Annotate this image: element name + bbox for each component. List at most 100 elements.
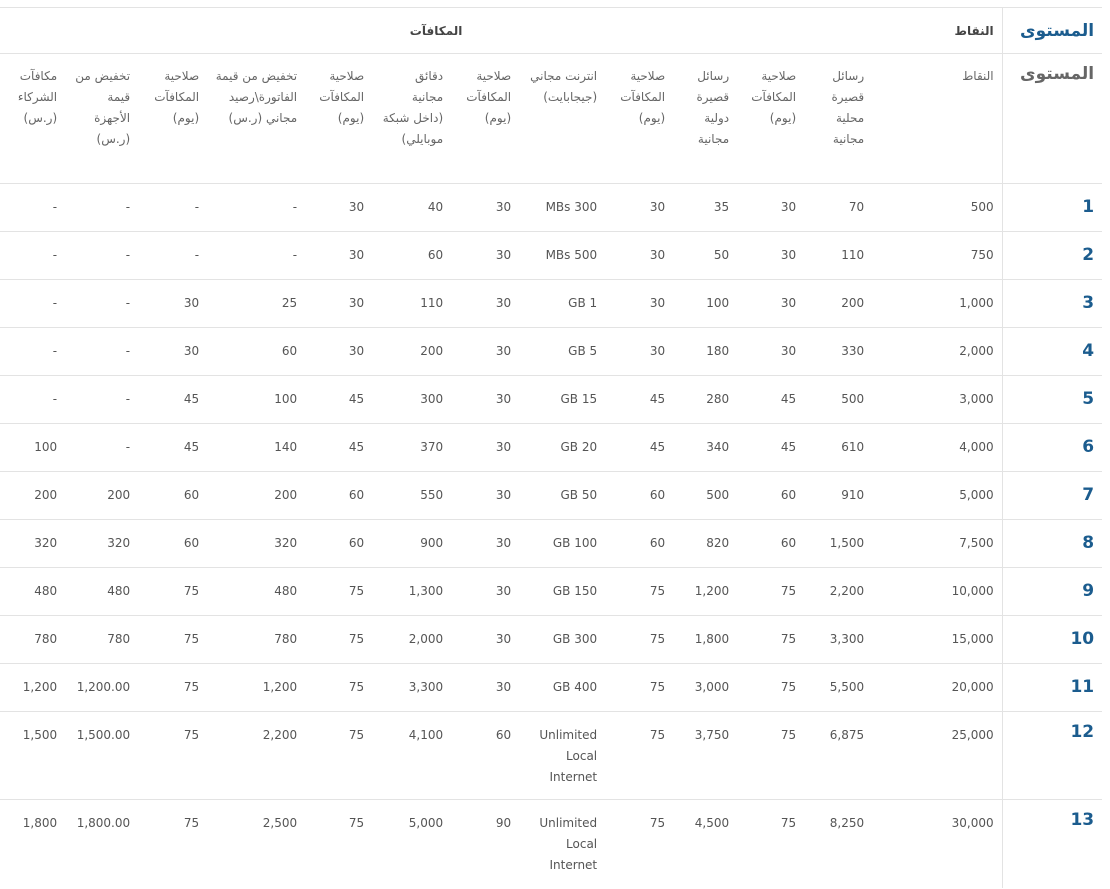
table-cell: 30 xyxy=(451,279,520,328)
table-cell: 1,300 xyxy=(372,567,452,616)
table-cell: 320 xyxy=(0,519,66,568)
header-row-top: المستوى النقاط المكافآت xyxy=(0,7,1103,54)
table-cell: 550 xyxy=(372,471,452,520)
table-row: 5 3,000 500 45 280 45 15 GB 30 300 45 100 45- - xyxy=(0,375,1103,424)
table-cell: 75 xyxy=(737,663,805,712)
table-cell: 900 xyxy=(372,519,452,568)
table-cell: 400 GB xyxy=(519,663,606,712)
table-cell: 30 xyxy=(451,183,520,232)
table-cell: 340 xyxy=(673,423,738,472)
level-cell: 6 xyxy=(1001,423,1103,472)
table-cell: 75 xyxy=(737,711,805,800)
column-header: رسائل قصيرة دولية مجانية xyxy=(673,53,738,184)
table-cell: 30 xyxy=(305,327,373,376)
table-cell: 75 xyxy=(305,615,373,664)
table-cell: 60 xyxy=(737,471,805,520)
table-cell: 60 xyxy=(372,231,452,280)
table-cell: 60 xyxy=(305,519,373,568)
table-cell: 45 xyxy=(737,423,805,472)
table-cell: 5,000 xyxy=(872,471,1003,520)
table-cell: 75 xyxy=(605,567,674,616)
table-cell: 60 xyxy=(207,327,306,376)
table-cell: 750 xyxy=(872,231,1003,280)
table-cell: 25,000 xyxy=(872,711,1003,800)
level-cell: 13 xyxy=(1001,799,1103,888)
table-cell: 45 xyxy=(605,375,674,424)
table-cell: 30 xyxy=(451,231,520,280)
points-header: النقاط xyxy=(872,7,1003,54)
level-header: المستوى xyxy=(1001,7,1103,54)
table-cell: 200 xyxy=(65,471,139,520)
rewards-table-container: المستوى النقاط المكافآت المستوى النقاط رسا… xyxy=(0,7,1110,888)
table-cell: 3,300 xyxy=(804,615,873,664)
table-cell: 3,300 xyxy=(372,663,452,712)
table-cell: 4,100 xyxy=(372,711,452,800)
table-cell: 1,500 xyxy=(804,519,873,568)
table-cell: 1,200 xyxy=(673,567,738,616)
table-cell: 610 xyxy=(804,423,873,472)
table-cell: 3,000 xyxy=(673,663,738,712)
table-cell: 75 xyxy=(737,615,805,664)
table-cell: 1,200.00 xyxy=(65,663,139,712)
table-cell: 30 xyxy=(138,279,208,328)
level-cell: 2 xyxy=(1001,231,1103,280)
column-header: مكافآت الشركاء (ر.س) xyxy=(0,53,66,184)
table-cell: - xyxy=(65,279,139,328)
table-cell: 480 xyxy=(65,567,139,616)
table-cell: 75 xyxy=(737,799,805,888)
table-cell: 25 xyxy=(207,279,306,328)
table-cell: 370 xyxy=(372,423,452,472)
table-cell: 200 xyxy=(804,279,873,328)
level-cell: 9 xyxy=(1001,567,1103,616)
table-cell: - xyxy=(207,231,306,280)
table-cell: 300 GB xyxy=(519,615,606,664)
table-cell: 90 xyxy=(451,799,520,888)
level-cell: 4 xyxy=(1001,327,1103,376)
table-cell: - xyxy=(65,375,139,424)
table-row: 8 7,500 1,500 60 820 60 100 GB 30 900 60 320 60 320 3… xyxy=(0,519,1103,568)
column-header: تخفيض من قيمة الأجهزة (ر.س) xyxy=(65,53,139,184)
table-cell: 15 GB xyxy=(519,375,606,424)
table-cell: 500 xyxy=(872,183,1003,232)
table-cell: 75 xyxy=(138,567,208,616)
header-row-columns: المستوى النقاط رسائل قصيرة محلية مجانية صلا… xyxy=(0,53,1103,184)
table-cell: 6,875 xyxy=(804,711,873,800)
column-header: صلاحية المكافآت (يوم) xyxy=(451,53,520,184)
level-cell: 10 xyxy=(1001,615,1103,664)
table-cell: 30 xyxy=(737,231,805,280)
table-cell: 1,500.00 xyxy=(65,711,139,800)
table-cell: 70 xyxy=(804,183,873,232)
table-cell: 7,500 xyxy=(872,519,1003,568)
table-cell: 30 xyxy=(451,519,520,568)
table-cell: 40 xyxy=(372,183,452,232)
table-cell: - xyxy=(0,327,66,376)
table-cell: 20 GB xyxy=(519,423,606,472)
table-cell: 5,500 xyxy=(804,663,873,712)
table-cell: 910 xyxy=(804,471,873,520)
table-cell: 75 xyxy=(605,663,674,712)
table-cell: 75 xyxy=(138,799,208,888)
table-cell: Unlimited Local Internet xyxy=(519,799,606,888)
table-cell: 30 xyxy=(737,183,805,232)
table-cell: 30 xyxy=(605,231,674,280)
table-row: 11 20,000 5,500 75 3,000 75 400 GB 30 3,300 75 1,2… xyxy=(0,663,1103,712)
column-header: رسائل قصيرة محلية مجانية xyxy=(804,53,873,184)
table-cell: 75 xyxy=(305,567,373,616)
level-cell: 7 xyxy=(1001,471,1103,520)
table-cell: 30 xyxy=(451,615,520,664)
table-cell: 110 xyxy=(372,279,452,328)
table-cell: 110 xyxy=(804,231,873,280)
table-cell: - xyxy=(65,423,139,472)
table-cell: 8,250 xyxy=(804,799,873,888)
table-cell: - xyxy=(138,231,208,280)
table-cell: 50 GB xyxy=(519,471,606,520)
table-cell: 75 xyxy=(737,567,805,616)
column-header: النقاط xyxy=(872,53,1003,184)
table-cell: 50 xyxy=(673,231,738,280)
table-cell: 45 xyxy=(138,375,208,424)
table-cell: 4,500 xyxy=(673,799,738,888)
table-cell: 30 xyxy=(451,471,520,520)
table-cell: 5,000 xyxy=(372,799,452,888)
table-cell: 35 xyxy=(673,183,738,232)
table-cell: 150 GB xyxy=(519,567,606,616)
